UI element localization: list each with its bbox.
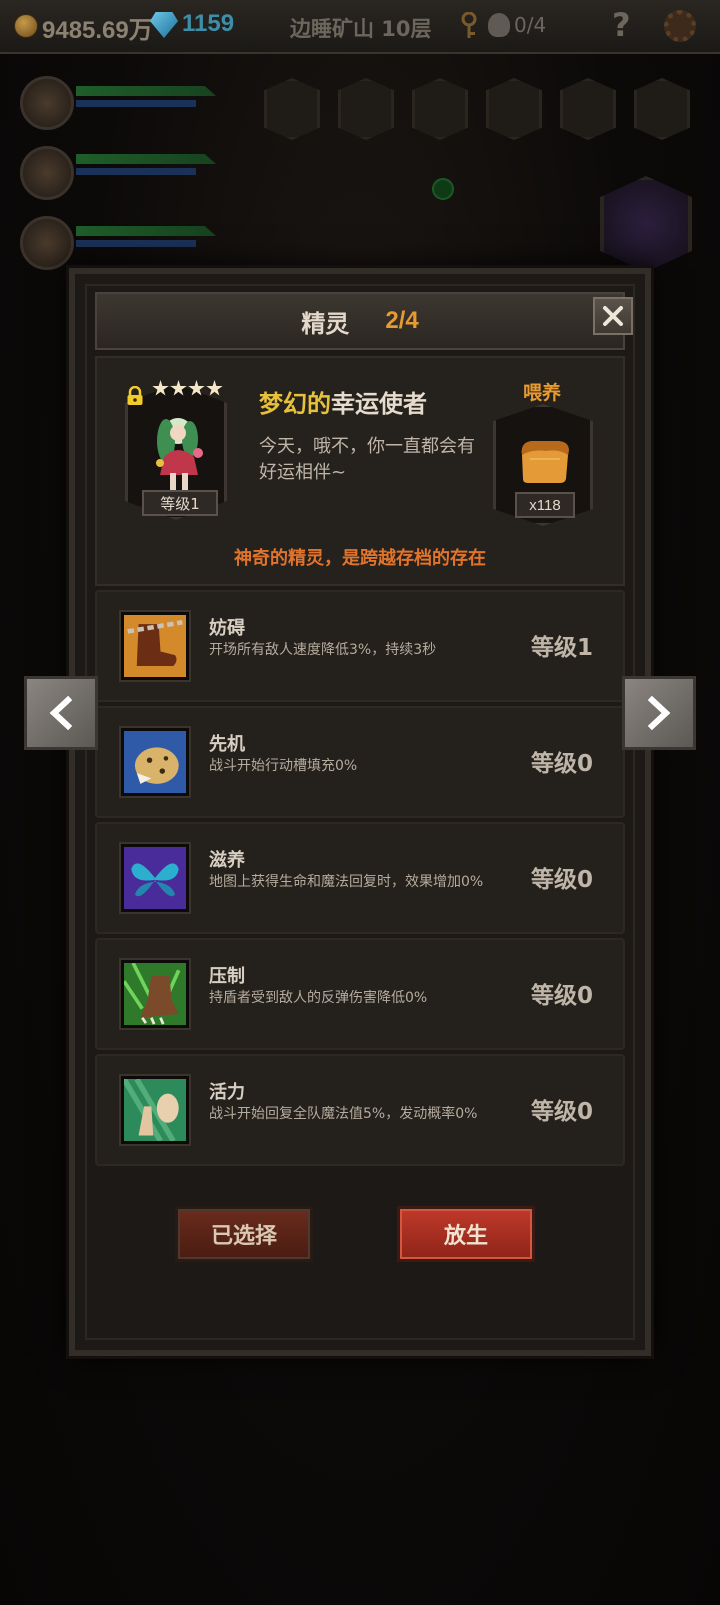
selected-button[interactable]: 已选择 (175, 1206, 313, 1262)
skill-level: 等级1 (530, 635, 593, 661)
green-orb-icon (432, 178, 454, 200)
next-pet-button[interactable] (622, 676, 696, 750)
star-icon (152, 380, 169, 396)
pet-description: 今天，哦不，你一直都会有好运相伴~ (259, 436, 475, 483)
dialog-title: 精灵 (301, 309, 350, 338)
release-button[interactable]: 放生 (397, 1206, 535, 1262)
beast-claw-icon (121, 960, 189, 1028)
hero-mp-bar-1 (76, 100, 196, 107)
skill-name: 压制 (209, 966, 245, 987)
star-icon (188, 380, 205, 396)
hero-hp-bar-1 (76, 86, 216, 96)
pet-info-panel: 等级1 梦幻的幸运使者 今天，哦不，你一直都会有好运相伴~ 喂养 x118 神奇… (95, 356, 625, 586)
skill-row-initiative[interactable]: 先机 战斗开始行动槽填充0% 等级0 (95, 706, 625, 818)
item-slot-key[interactable] (486, 78, 542, 140)
bread-icon (521, 441, 569, 483)
butterfly-hands-icon (121, 844, 189, 912)
location-label: 边睡矿山 10层 (290, 17, 432, 41)
skill-description: 战斗开始回复全队魔法值5%，发动概率0% (209, 1106, 478, 1122)
item-slot-empty[interactable] (634, 78, 690, 140)
item-slot-scroll[interactable] (412, 78, 468, 140)
skill-level: 等级0 (530, 1099, 593, 1125)
star-icon (170, 380, 187, 396)
leopard-icon (121, 728, 189, 796)
hero-portrait-3[interactable] (20, 216, 74, 270)
feed-item-count: x118 (515, 492, 575, 518)
skill-level: 等级0 (530, 867, 593, 893)
gold-coin-icon (14, 14, 38, 38)
pet-name-rest: 幸运使者 (331, 390, 427, 418)
pet-tagline: 神奇的精灵，是跨越存档的存在 (234, 548, 486, 569)
skill-name: 妨碍 (209, 618, 245, 639)
skull-count: 0/4 (514, 13, 547, 37)
chain-boot-icon (121, 612, 189, 680)
pet-dialog: 精灵 2/4 等级1 梦幻的幸运使者 今天，哦不，你一直都会有好运相伴~ 喂养 … (69, 268, 651, 1356)
pet-rating-stars (152, 380, 223, 397)
skill-level: 等级0 (530, 983, 593, 1009)
help-button[interactable]: ? (612, 6, 631, 44)
item-slot-leaf[interactable] (560, 78, 616, 140)
skill-row-hinder[interactable]: 妨碍 开场所有敌人速度降低3%，持续3秒 等级1 (95, 590, 625, 702)
skill-description: 开场所有敌人速度降低3%，持续3秒 (209, 642, 437, 658)
skull-icon (488, 13, 510, 37)
hero-portrait-2[interactable] (20, 146, 74, 200)
top-bar: 9485.69万 1159 边睡矿山 10层 0/4 ? (0, 0, 720, 54)
lock-icon[interactable] (126, 386, 144, 406)
item-slot-feather[interactable] (338, 78, 394, 140)
skill-row-vitality[interactable]: 活力 战斗开始回复全队魔法值5%，发动概率0% 等级0 (95, 1054, 625, 1166)
skill-description: 战斗开始行动槽填充0% (209, 758, 358, 774)
skill-name: 滋养 (209, 850, 245, 871)
skill-row-suppress[interactable]: 压制 持盾者受到敌人的反弹伤害降低0% 等级0 (95, 938, 625, 1050)
close-button[interactable] (593, 297, 633, 335)
skill-list: 妨碍 开场所有敌人速度降低3%，持续3秒 等级1 先机 战斗开始行动槽填充0% … (95, 590, 625, 1170)
hero-hp-bar-3 (76, 226, 216, 236)
gold-amount: 9485.69万 (42, 17, 153, 44)
pet-name: 梦幻的幸运使者 (259, 384, 427, 419)
skill-description: 持盾者受到敌人的反弹伤害降低0% (209, 990, 428, 1006)
skill-row-nourish[interactable]: 滋养 地图上获得生命和魔法回复时，效果增加0% 等级0 (95, 822, 625, 934)
skill-name: 活力 (209, 1082, 245, 1103)
chevron-left-icon (49, 696, 73, 730)
praying-hands-icon (121, 1076, 189, 1144)
chevron-right-icon (647, 696, 671, 730)
pet-level-badge: 等级1 (142, 490, 218, 516)
pet-count: 2/4 (385, 307, 419, 334)
skill-description: 地图上获得生命和魔法回复时，效果增加0% (209, 874, 484, 890)
dialog-title-bar: 精灵 2/4 (95, 292, 625, 350)
feed-label: 喂养 (523, 382, 562, 404)
settings-gear-icon[interactable] (664, 10, 696, 42)
key-icon (461, 12, 477, 38)
gem-amount: 1159 (182, 10, 235, 37)
hero-mp-bar-3 (76, 240, 196, 247)
hero-hp-bar-2 (76, 154, 216, 164)
diamond-icon (150, 12, 178, 38)
hero-mp-bar-2 (76, 168, 196, 175)
star-icon (206, 380, 223, 396)
close-icon (603, 306, 623, 326)
hero-portrait-1[interactable] (20, 76, 74, 130)
fairy-pet-icon (156, 418, 203, 493)
skill-level: 等级0 (530, 751, 593, 777)
item-slot-bell[interactable] (264, 78, 320, 140)
pet-name-prefix: 梦幻的 (259, 390, 331, 418)
previous-pet-button[interactable] (24, 676, 98, 750)
skill-name: 先机 (209, 734, 245, 755)
